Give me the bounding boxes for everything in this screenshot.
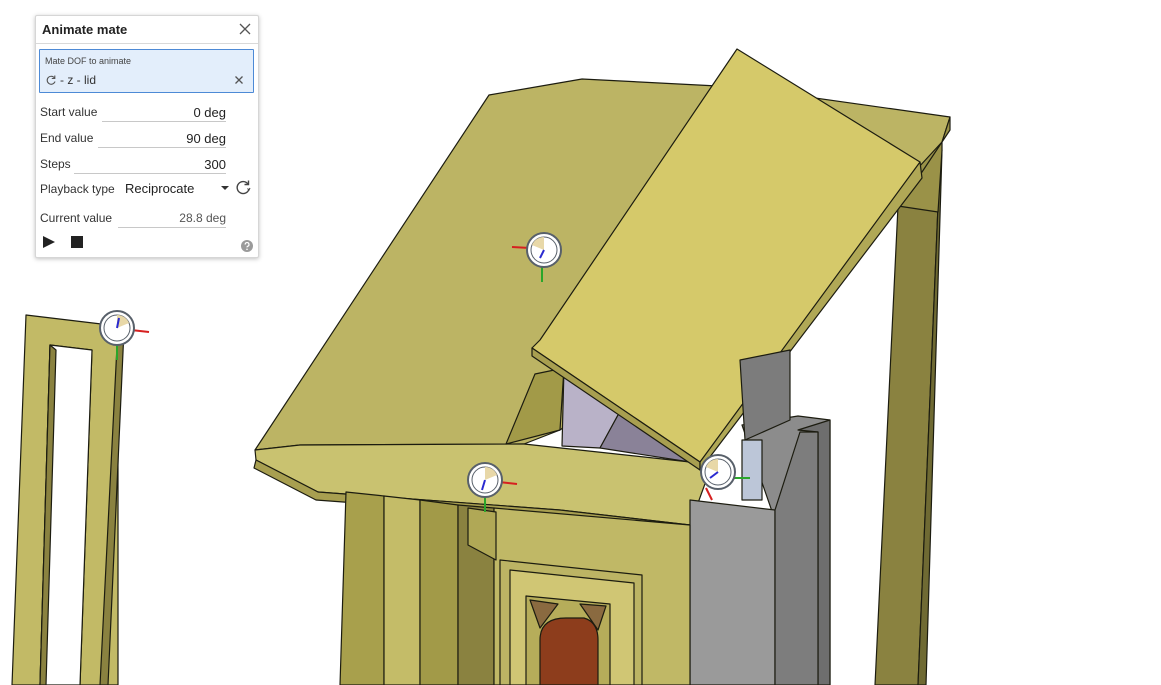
mate-dof-value: - z - lid bbox=[60, 73, 96, 87]
current-value-input bbox=[118, 209, 226, 228]
dialog-header: Animate mate bbox=[36, 16, 258, 44]
reciprocate-icon[interactable] bbox=[235, 179, 252, 196]
stop-icon[interactable] bbox=[71, 236, 83, 248]
mate-dof-label: Mate DOF to animate bbox=[45, 56, 132, 66]
rotate-dof-icon bbox=[45, 74, 57, 86]
steps-input[interactable] bbox=[74, 155, 226, 174]
end-value-input[interactable] bbox=[98, 129, 226, 148]
help-icon[interactable] bbox=[241, 240, 253, 252]
clear-icon[interactable] bbox=[234, 75, 244, 85]
animate-mate-dialog: Animate mate Mate DOF to animate - z - l… bbox=[35, 15, 259, 258]
close-icon[interactable] bbox=[238, 22, 252, 36]
door-panel[interactable] bbox=[499, 559, 643, 685]
start-value-row: Start value bbox=[40, 102, 252, 122]
steps-label: Steps bbox=[40, 157, 71, 171]
steps-row: Steps bbox=[40, 154, 252, 174]
end-value-label: End value bbox=[40, 131, 94, 145]
mate-dof-selection[interactable]: - z - lid bbox=[45, 73, 96, 87]
start-value-input[interactable] bbox=[102, 103, 226, 122]
start-value-label: Start value bbox=[40, 105, 98, 119]
mate-dof-field[interactable]: Mate DOF to animate - z - lid bbox=[39, 49, 254, 93]
play-icon[interactable] bbox=[42, 235, 56, 249]
dialog-title: Animate mate bbox=[42, 22, 128, 37]
current-value-label: Current value bbox=[40, 211, 113, 225]
playback-type-label: Playback type bbox=[40, 182, 115, 196]
playback-type-select[interactable]: Reciprocate bbox=[125, 179, 231, 199]
end-value-row: End value bbox=[40, 128, 252, 148]
playback-type-row: Playback type Reciprocate bbox=[40, 179, 252, 199]
chevron-down-icon bbox=[221, 185, 229, 191]
current-value-row: Current value bbox=[40, 208, 252, 228]
playback-type-value: Reciprocate bbox=[125, 181, 195, 196]
left-frame[interactable] bbox=[11, 314, 125, 685]
